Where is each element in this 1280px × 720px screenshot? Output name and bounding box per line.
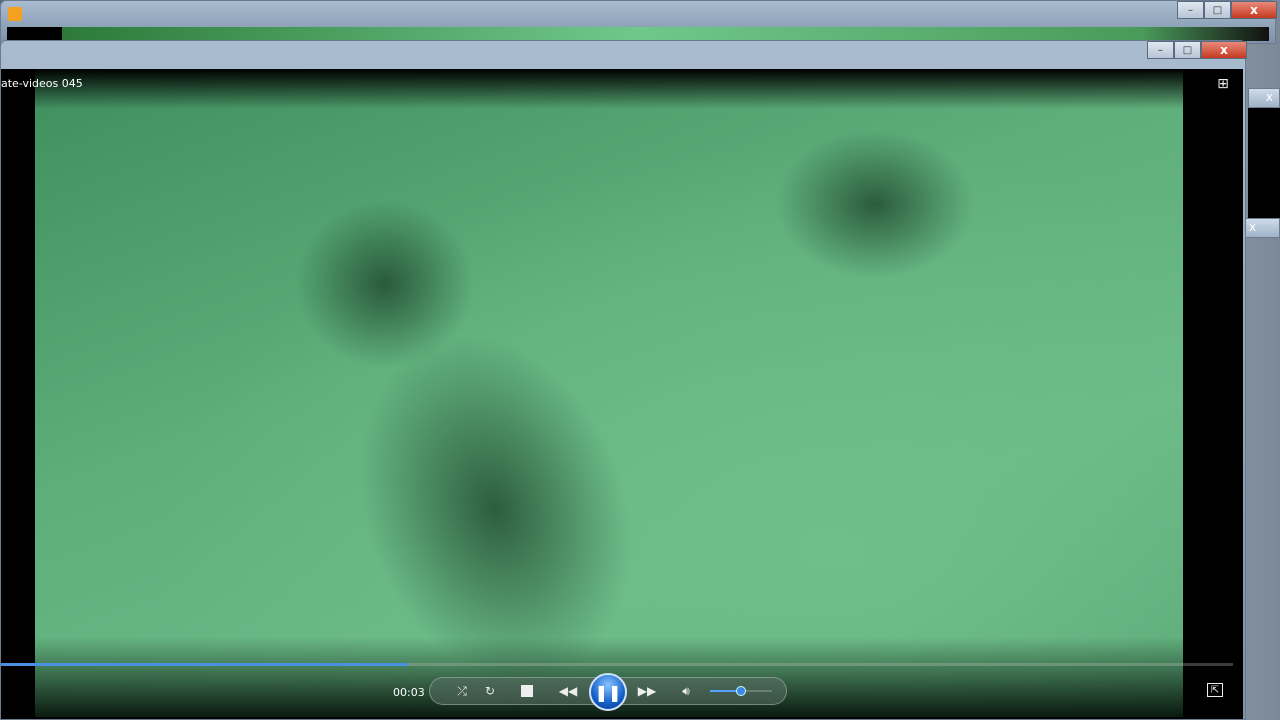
close-button[interactable]: x — [1249, 220, 1256, 234]
background-player-window: – □ x — [0, 0, 1277, 44]
side-window-2: x — [1244, 218, 1280, 238]
media-player-window: – □ x ate-videos 045 ⊞ 00:03 ⤮ ↻ ◀◀ ❚❚ ▶… — [0, 40, 1247, 720]
seek-bar[interactable] — [1, 663, 1233, 666]
close-button[interactable]: x — [1266, 90, 1273, 104]
fullscreen-icon[interactable]: ⇱ — [1207, 683, 1223, 697]
pause-button[interactable]: ❚❚ — [589, 673, 627, 711]
maximize-button[interactable]: □ — [1174, 41, 1201, 59]
video-stage: ate-videos 045 ⊞ 00:03 ⤮ ↻ ◀◀ ❚❚ ▶▶ 🔊︎ ⇱ — [1, 69, 1243, 719]
rewind-icon[interactable]: ◀◀ — [556, 681, 580, 701]
repeat-icon[interactable]: ↻ — [481, 681, 499, 701]
volume-icon[interactable]: 🔊︎ — [677, 681, 695, 701]
shuffle-icon[interactable]: ⤮ — [453, 681, 471, 701]
switch-to-library-icon[interactable]: ⊞ — [1213, 75, 1233, 93]
close-button[interactable]: x — [1231, 1, 1277, 19]
side-window: x — [1248, 88, 1280, 108]
stop-icon[interactable] — [521, 685, 533, 697]
background-video-strip — [7, 27, 1269, 41]
seek-bar-fill — [1, 663, 408, 666]
close-button[interactable]: x — [1201, 41, 1247, 59]
minimize-button[interactable]: – — [1177, 1, 1204, 19]
video-title: ate-videos 045 — [1, 77, 83, 90]
side-window-content — [1248, 108, 1280, 218]
minimize-button[interactable]: – — [1147, 41, 1174, 59]
video-frame[interactable] — [35, 69, 1183, 717]
volume-knob[interactable] — [736, 686, 746, 696]
maximize-button[interactable]: □ — [1204, 1, 1231, 19]
app-icon — [8, 7, 22, 21]
fast-forward-icon[interactable]: ▶▶ — [635, 681, 659, 701]
elapsed-time: 00:03 — [393, 686, 425, 699]
